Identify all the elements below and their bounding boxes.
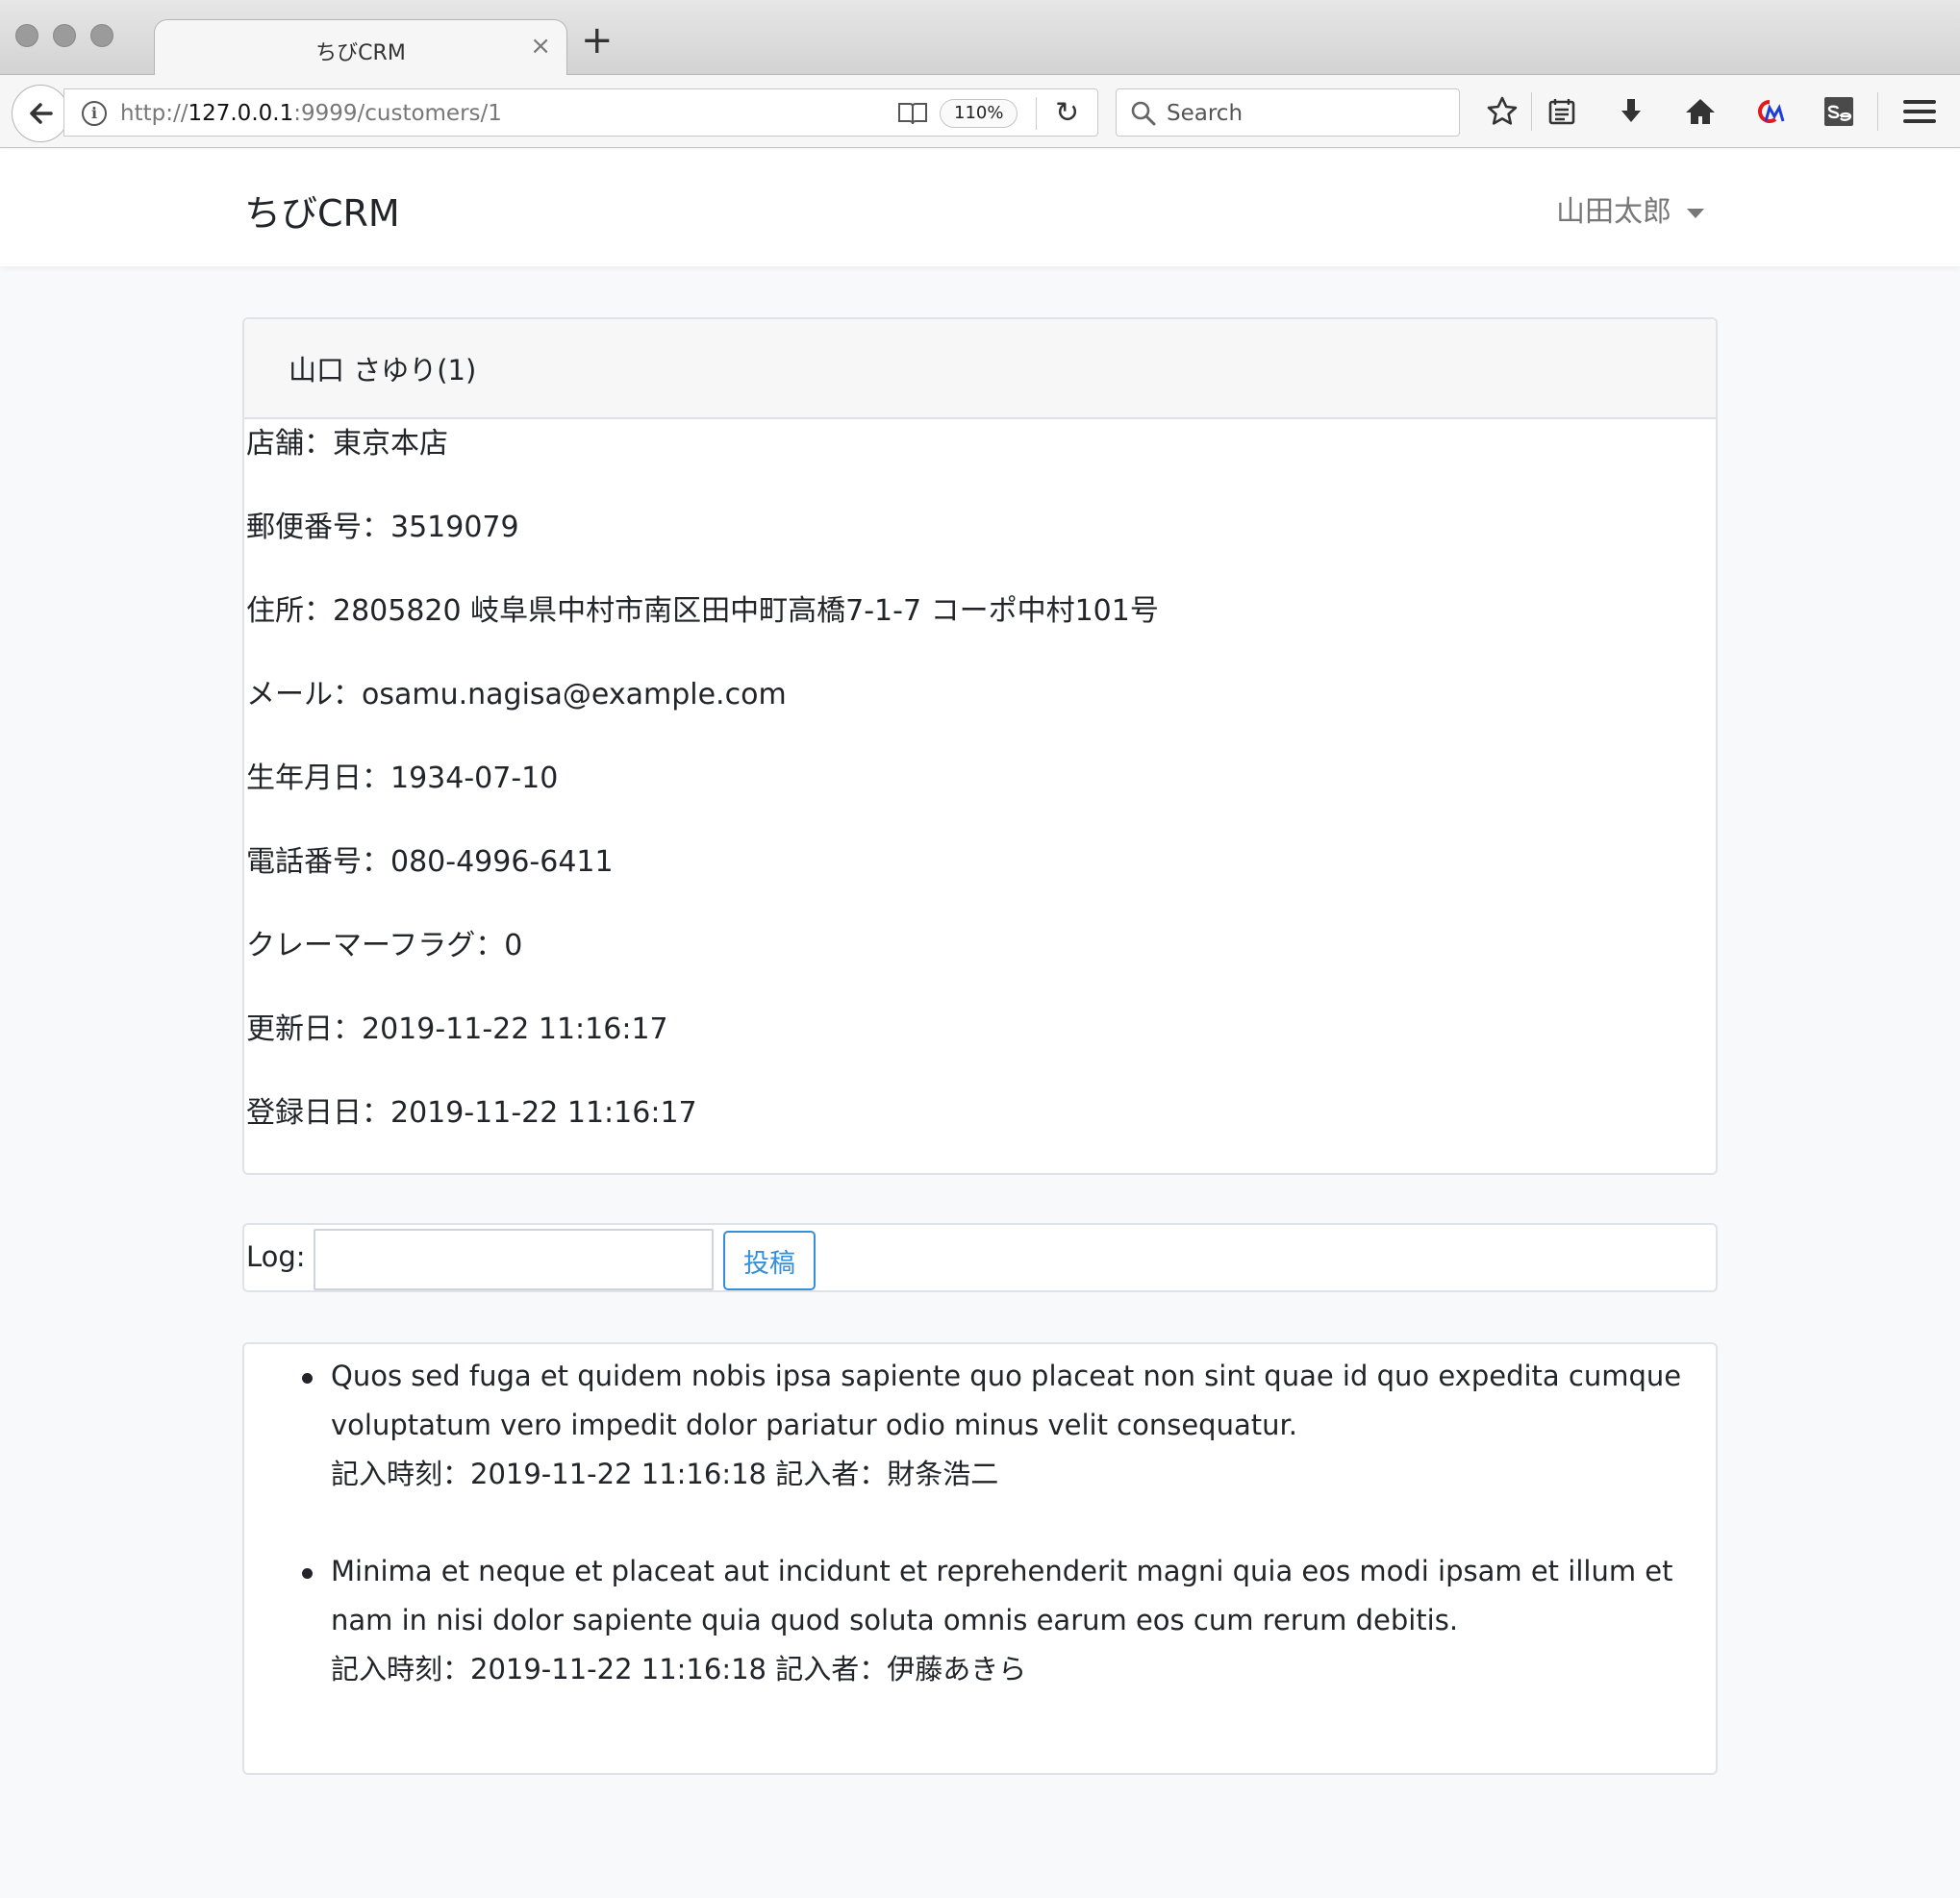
brand-link[interactable]: ちびCRM xyxy=(244,184,400,237)
search-bar[interactable]: Search xyxy=(1116,88,1460,137)
download-icon[interactable] xyxy=(1612,92,1650,131)
post-button[interactable]: 投稿 xyxy=(723,1231,816,1290)
window-minimize-button[interactable] xyxy=(53,24,76,47)
zoom-level-badge[interactable]: 110% xyxy=(940,99,1018,128)
search-placeholder: Search xyxy=(1167,101,1244,126)
browser-toolbar: i http://127.0.0.1:9999/customers/1 110%… xyxy=(0,75,1960,148)
toolbar-divider xyxy=(1877,92,1878,131)
hamburger-menu-icon[interactable] xyxy=(1900,92,1939,131)
detail-updated-at: 更新日：2019-11-22 11:16:17 xyxy=(246,1012,668,1046)
info-icon[interactable]: i xyxy=(82,101,107,126)
list-item: Quos sed fuga et quidem nobis ipsa sapie… xyxy=(302,1352,1693,1499)
user-name: 山田太郎 xyxy=(1556,195,1671,229)
log-text: Quos sed fuga et quidem nobis ipsa sapie… xyxy=(331,1360,1682,1441)
window-zoom-button[interactable] xyxy=(90,24,113,47)
detail-phone: 電話番号：080-4996-6411 xyxy=(246,845,614,879)
browser-tab-bar: ちびCRM × + xyxy=(0,0,1960,76)
detail-email: メール：osamu.nagisa@example.com xyxy=(246,678,787,712)
greasemonkey-icon[interactable] xyxy=(1750,92,1789,131)
tab-title: ちびCRM xyxy=(315,41,406,65)
selenium-ide-icon[interactable] xyxy=(1820,92,1858,131)
url-text[interactable]: http://127.0.0.1:9999/customers/1 xyxy=(120,101,502,126)
detail-postal-code: 郵便番号：3519079 xyxy=(246,511,519,544)
reader-view-icon[interactable] xyxy=(897,101,928,126)
log-meta: 記入時刻：2019-11-22 11:16:18 記入者：伊藤あきら xyxy=(331,1653,1027,1686)
log-meta: 記入時刻：2019-11-22 11:16:18 記入者：財条浩二 xyxy=(331,1458,999,1490)
bookmark-star-icon[interactable] xyxy=(1483,92,1521,131)
detail-claimer-flag: クレーマーフラグ：0 xyxy=(246,929,523,962)
new-tab-button[interactable]: + xyxy=(581,21,614,60)
log-list: Quos sed fuga et quidem nobis ipsa sapie… xyxy=(242,1342,1718,1775)
log-input[interactable] xyxy=(314,1229,714,1290)
back-arrow-icon xyxy=(30,103,53,124)
app-navbar: ちびCRM 山田太郎 xyxy=(0,149,1960,266)
detail-created-at: 登録日日：2019-11-22 11:16:17 xyxy=(246,1096,697,1130)
toolbar-divider xyxy=(1531,92,1532,131)
log-text: Minima et neque et placeat aut incidunt … xyxy=(331,1555,1673,1636)
address-bar[interactable]: i http://127.0.0.1:9999/customers/1 110%… xyxy=(63,88,1098,137)
detail-store: 店舗：東京本店 xyxy=(246,427,448,461)
window-close-button[interactable] xyxy=(15,24,38,47)
detail-address: 住所：2805820 岐阜県中村市南区田中町高橋7-1-7 コーポ中村101号 xyxy=(246,594,1159,628)
search-icon xyxy=(1131,101,1156,126)
caret-down-icon xyxy=(1687,208,1704,218)
customer-name-header: 山口 さゆり(1) xyxy=(244,319,1716,419)
log-form: Log: 投稿 xyxy=(242,1223,1718,1292)
customer-details: 店舗：東京本店 郵便番号：3519079 住所：2805820 岐阜県中村市南区… xyxy=(244,419,1716,1172)
customer-card: 山口 さゆり(1) 店舗：東京本店 郵便番号：3519079 住所：280582… xyxy=(242,317,1718,1175)
browser-tab[interactable]: ちびCRM × xyxy=(154,19,567,76)
tab-close-icon[interactable]: × xyxy=(530,32,551,61)
log-label: Log: xyxy=(246,1240,306,1273)
user-dropdown[interactable]: 山田太郎 xyxy=(1556,187,1704,230)
home-icon[interactable] xyxy=(1681,92,1720,131)
reload-icon[interactable]: ↻ xyxy=(1055,99,1079,128)
list-item: Minima et neque et placeat aut incidunt … xyxy=(302,1547,1693,1694)
url-divider xyxy=(1036,97,1037,130)
back-button[interactable] xyxy=(12,85,69,142)
library-icon[interactable] xyxy=(1543,92,1581,131)
detail-birthdate: 生年月日：1934-07-10 xyxy=(246,762,559,795)
